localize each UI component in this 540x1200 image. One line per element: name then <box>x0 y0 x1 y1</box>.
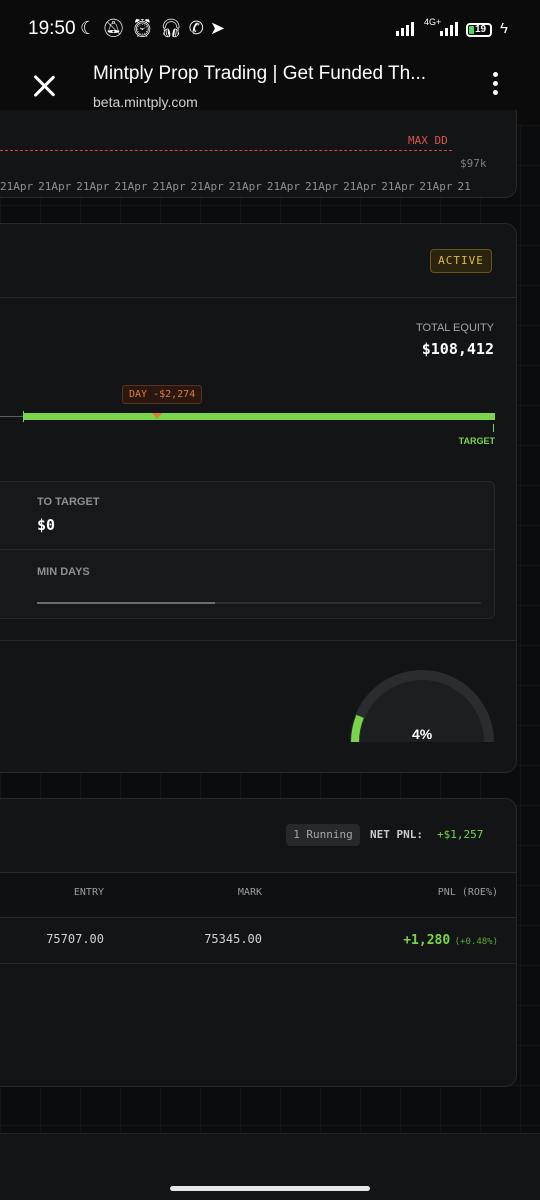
x-tick-label: 21Apr <box>190 180 224 193</box>
equity-progress-bar <box>24 413 495 420</box>
total-equity-label: TOTAL EQUITY <box>415 322 494 334</box>
status-time: 19:50 <box>28 18 76 39</box>
running-badge: 1 Running <box>286 824 360 846</box>
total-equity-value: $108,412 <box>421 340 494 358</box>
alarm-icon: ⏰︎ <box>131 18 160 38</box>
x-tick-label: 21Apr <box>305 180 339 193</box>
col-entry: ENTRY <box>73 887 104 898</box>
telegram-icon: ➤ <box>209 18 231 38</box>
charging-icon: ϟ <box>500 20 508 37</box>
x-tick-label: 21Apr <box>228 180 262 193</box>
net-pnl-value: +$1,257 <box>437 828 484 841</box>
x-tick-label: 21Apr <box>38 180 72 193</box>
more-options-icon[interactable] <box>493 72 499 99</box>
pnl-value: +1,280 <box>403 933 451 948</box>
signal-icon <box>396 22 414 36</box>
start-tick <box>23 411 24 422</box>
battery-level: 19 <box>475 24 487 35</box>
day-marker-icon <box>152 413 162 419</box>
x-tick-label: 21Apr <box>419 180 453 193</box>
page-title: Mintply Prop Trading | Get Funded Th... <box>93 63 427 84</box>
mark-price: 75345.00 <box>204 932 262 946</box>
x-tick-label: 21Apr <box>266 180 300 193</box>
track-left <box>0 416 24 417</box>
page-url: beta.mintply.com <box>93 94 198 110</box>
signal-icon-2 <box>440 22 458 36</box>
whatsapp-icon: ✆ <box>188 18 210 38</box>
target-tick <box>493 424 494 432</box>
max-dd-label: MAX DD <box>408 134 448 147</box>
x-tick-label: 21Apr <box>114 180 148 193</box>
gauge-value: 4% <box>412 726 433 742</box>
x-tick-label: 21 <box>457 180 471 193</box>
x-tick-label: 21Apr <box>343 180 377 193</box>
x-tick-label: 21Apr <box>152 180 186 193</box>
x-axis-ticks: 21Apr 21Apr 21Apr 21Apr 21Apr 21Apr 21Apr 21Apr… <box>0 180 476 193</box>
net-pnl-label: NET PNL: <box>370 828 423 841</box>
x-tick-label: 21Apr <box>0 180 34 193</box>
moon-icon: ☾ <box>80 18 103 38</box>
home-indicator[interactable] <box>170 1186 370 1191</box>
min-days-label: MIN DAYS <box>37 566 90 578</box>
battery-icon: 19 <box>466 23 492 37</box>
to-target-label: TO TARGET <box>37 496 100 508</box>
col-pnl: PNL (ROE%) <box>437 887 498 898</box>
status-badge: ACTIVE <box>430 249 492 273</box>
mute-icon: 🔕︎ <box>102 18 131 38</box>
min-days-fill <box>37 602 215 604</box>
x-tick-label: 21Apr <box>76 180 110 193</box>
panel-divider <box>0 549 494 550</box>
col-mark: MARK <box>237 887 262 898</box>
status-bar: 19:50 ☾🔕︎⏰︎🎧︎✆➤ 4G+ 19 ϟ <box>0 0 540 60</box>
roe-value: (+0.48%) <box>454 937 498 947</box>
min-days-track <box>37 602 481 604</box>
network-type: 4G+ <box>424 17 442 27</box>
card-divider-2 <box>0 640 516 641</box>
card-divider <box>0 297 516 298</box>
day-marker-label: DAY -$2,274 <box>122 385 203 404</box>
pnl-cell: +1,280 (+0.48%) <box>403 931 498 949</box>
notification-icons: ☾🔕︎⏰︎🎧︎✆➤ <box>80 18 231 39</box>
entry-price: 75707.00 <box>46 932 104 946</box>
to-target-value: $0 <box>37 516 56 534</box>
max-drawdown-line <box>0 150 452 151</box>
target-label: TARGET <box>458 436 495 446</box>
x-tick-label: 21Apr <box>381 180 415 193</box>
close-icon[interactable] <box>30 72 58 100</box>
level-label: $97k <box>460 157 487 170</box>
headphones-icon: 🎧︎ <box>159 18 189 38</box>
